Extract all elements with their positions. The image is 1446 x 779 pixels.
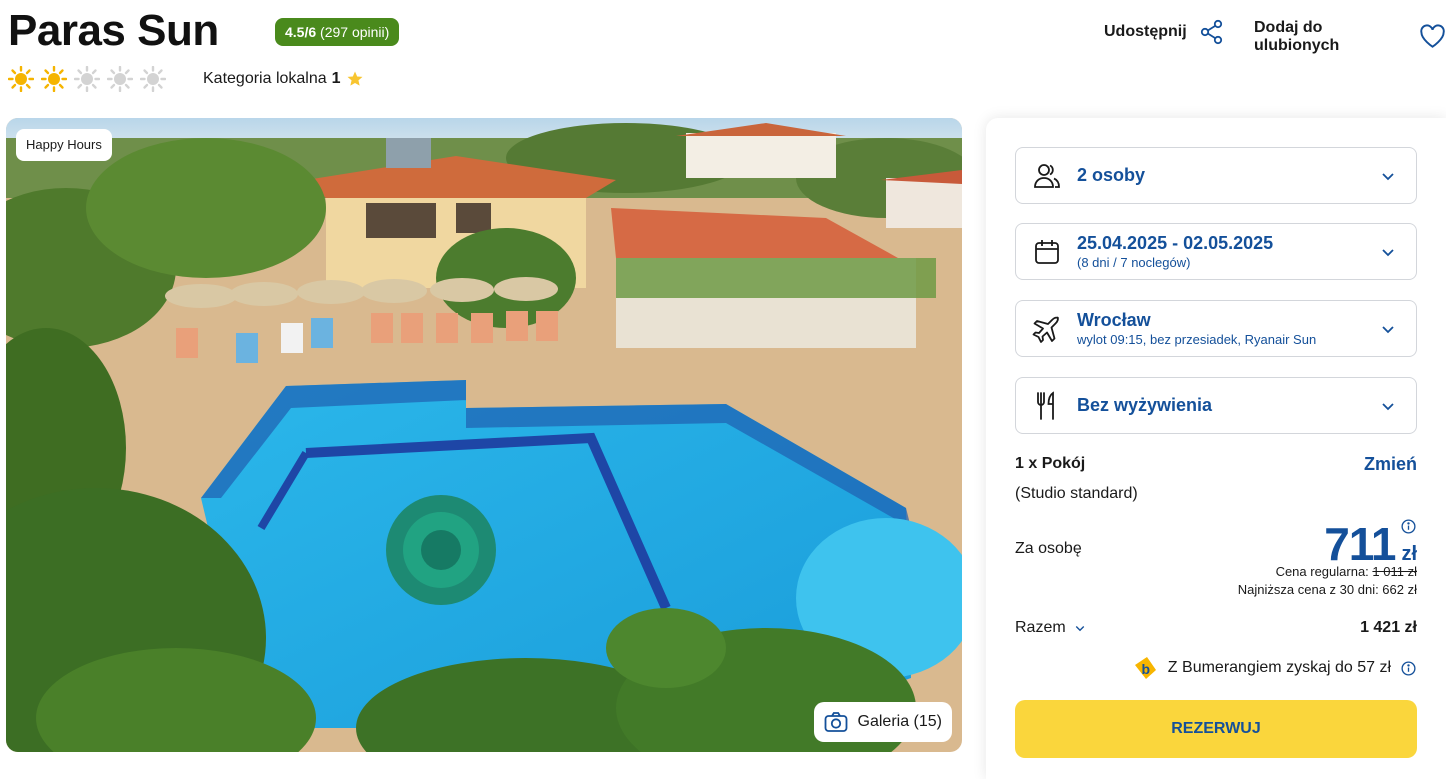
info-icon[interactable] — [1401, 519, 1416, 534]
bumerang-text: Z Bumerangiem zyskaj do 57 zł — [1167, 659, 1391, 676]
dates-select[interactable]: 25.04.2025 - 02.05.2025 (8 dni / 7 nocle… — [1015, 223, 1417, 280]
fork-knife-icon — [1032, 390, 1062, 421]
rating-score: 4.5/6 — [285, 24, 317, 40]
calendar-icon — [1032, 237, 1062, 267]
happy-hours-badge: Happy Hours — [16, 129, 112, 161]
sun-icon-empty — [74, 66, 100, 92]
hotel-photo[interactable]: Happy Hours Galeria (15) — [6, 118, 962, 752]
share-label: Udostępnij — [1104, 23, 1187, 40]
gallery-button[interactable]: Galeria (15) — [813, 702, 952, 742]
share-icon — [1200, 19, 1222, 45]
sun-icon-filled — [41, 66, 67, 92]
reserve-button[interactable]: REZERWUJ — [1015, 700, 1417, 758]
sun-rating — [8, 66, 166, 92]
share-button[interactable]: Udostępnij — [1104, 19, 1225, 45]
favorite-label: Dodaj do ulubionych — [1254, 19, 1340, 54]
room-type: (Studio standard) — [1015, 485, 1138, 502]
room-count: 1 x Pokój — [1015, 455, 1086, 472]
lowest-price-30-days: Najniższa cena z 30 dni: 662 zł — [1237, 582, 1417, 597]
booking-panel: 2 osoby 25.04.2025 - 02.05.2025 (8 dni /… — [986, 118, 1446, 779]
departure-sub: wylot 09:15, bez przesiadek, Ryanair Sun — [1077, 332, 1317, 347]
bumerang-promo: b Z Bumerangiem zyskaj do 57 zł — [1132, 655, 1416, 681]
info-icon[interactable] — [1401, 660, 1416, 676]
board-value: Bez wyżywienia — [1077, 395, 1213, 415]
dates-sub: (8 dni / 7 noclegów) — [1077, 255, 1191, 270]
regular-price-value: 1 011 zł — [1372, 564, 1417, 579]
per-person-label: Za osobę — [1015, 540, 1082, 557]
total-label: Razem — [1015, 619, 1066, 636]
rating-count: (297 opinii) — [320, 24, 390, 40]
chevron-down-icon — [1382, 325, 1394, 333]
persons-value: 2 osoby — [1077, 165, 1146, 185]
persons-select[interactable]: 2 osoby — [1015, 147, 1417, 204]
departure-value: Wrocław — [1077, 310, 1151, 330]
gallery-label: Galeria (15) — [857, 713, 942, 730]
total-value: 1 421 zł — [1360, 619, 1417, 636]
sun-icon-filled — [8, 66, 34, 92]
users-icon — [1032, 161, 1062, 191]
category-label: Kategoria lokalna — [203, 70, 327, 87]
price-value: 711 — [1324, 518, 1396, 570]
chevron-down-icon — [1382, 248, 1394, 256]
category-value: 1 — [331, 70, 341, 87]
local-category: Kategoria lokalna 1 — [203, 70, 364, 88]
sun-icon-empty — [140, 66, 166, 92]
sun-icon-empty — [107, 66, 133, 92]
svg-text:b: b — [1141, 661, 1150, 677]
change-room-link[interactable]: Zmień — [1364, 454, 1417, 475]
price-currency: zł — [1401, 543, 1417, 565]
rating-badge[interactable]: 4.5/6 (297 opinii) — [275, 18, 400, 46]
heart-icon — [1420, 24, 1445, 48]
chevron-down-icon — [1075, 626, 1084, 632]
departure-select[interactable]: Wrocław wylot 09:15, bez przesiadek, Rya… — [1015, 300, 1417, 357]
dates-value: 25.04.2025 - 02.05.2025 — [1077, 233, 1274, 253]
camera-icon — [824, 712, 847, 732]
total-toggle[interactable]: Razem — [1015, 619, 1086, 637]
add-favorite-button[interactable]: Dodaj do ulubionych — [1254, 19, 1446, 55]
plane-icon — [1032, 314, 1062, 344]
bumerang-logo: b — [1134, 657, 1156, 679]
star-icon — [347, 71, 363, 86]
pool-scene-image — [6, 118, 962, 752]
chevron-down-icon — [1382, 172, 1394, 180]
chevron-down-icon — [1382, 402, 1394, 410]
hotel-name: Paras Sun — [8, 6, 219, 55]
board-select[interactable]: Bez wyżywienia — [1015, 377, 1417, 434]
regular-price: Cena regularna: 1 011 zł — [1276, 564, 1417, 579]
regular-price-label: Cena regularna: — [1275, 564, 1369, 579]
